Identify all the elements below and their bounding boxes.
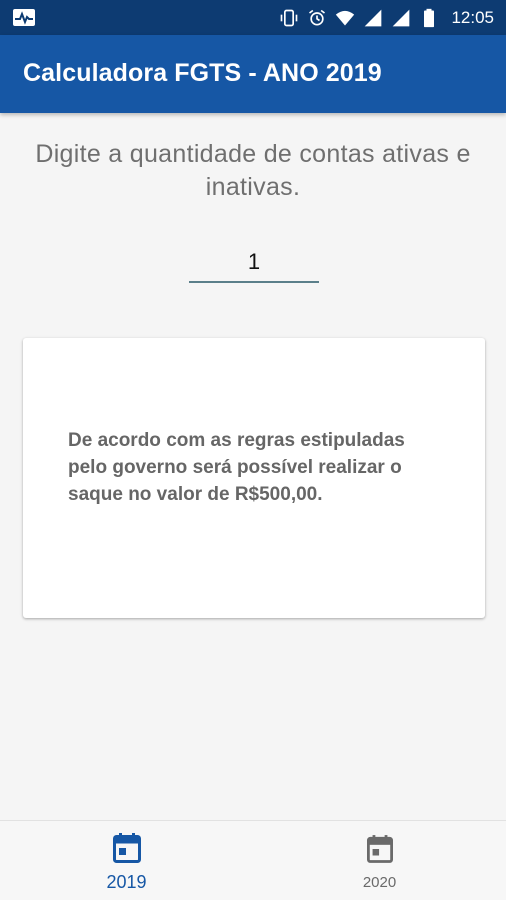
nav-item-2019[interactable]: 2019	[0, 821, 253, 900]
instruction-text: Digite a quantidade de contas ativas e i…	[35, 140, 471, 201]
activity-notification-icon	[13, 9, 35, 26]
nav-label-2019: 2019	[106, 872, 147, 892]
signal-icon	[365, 9, 382, 27]
result-text: De acordo com as regras estipuladas pelo…	[68, 430, 405, 505]
account-count-input[interactable]	[189, 243, 319, 283]
calendar-icon	[366, 835, 393, 863]
status-bar: 12:05	[0, 0, 506, 35]
vibrate-icon	[281, 9, 298, 27]
alarm-icon	[309, 9, 326, 26]
calendar-icon	[112, 833, 141, 863]
account-count-field	[189, 243, 319, 285]
bottom-navigation: 2019 2020	[0, 820, 506, 900]
status-time: 12:05	[451, 8, 494, 27]
wifi-icon	[336, 10, 355, 26]
nav-item-2020[interactable]: 2020	[253, 821, 506, 900]
nav-label-2020: 2020	[362, 874, 397, 891]
result-card: De acordo com as regras estipuladas pelo…	[23, 338, 485, 618]
app-title: Calculadora FGTS - ANO 2019	[23, 59, 382, 87]
app-bar: Calculadora FGTS - ANO 2019	[0, 35, 506, 113]
battery-icon	[424, 8, 435, 28]
signal-icon	[393, 9, 410, 27]
